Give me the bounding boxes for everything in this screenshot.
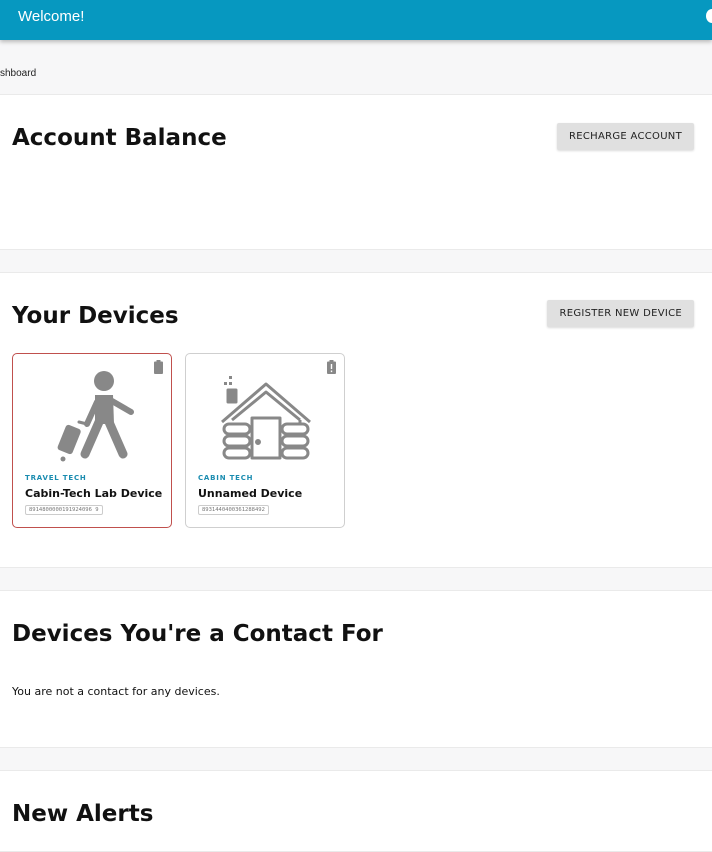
device-name: Cabin-Tech Lab Device [25, 487, 163, 500]
no-contacts-message: You are not a contact for any devices. [12, 685, 220, 698]
account-balance-title: Account Balance [12, 125, 227, 151]
device-category: CABIN TECH [198, 474, 254, 482]
new-alerts-panel: New Alerts [0, 770, 712, 852]
account-balance-panel: Account Balance RECHARGE ACCOUNT [0, 94, 712, 250]
cabin-icon [221, 376, 311, 460]
recharge-account-button[interactable]: RECHARGE ACCOUNT [556, 123, 694, 150]
register-new-device-button[interactable]: REGISTER NEW DEVICE [547, 300, 694, 327]
breadcrumb[interactable]: shboard [0, 68, 36, 79]
account-icon[interactable] [706, 9, 712, 23]
device-serial: 8914800000191924096 9 [25, 505, 103, 515]
your-devices-title: Your Devices [12, 303, 179, 329]
device-card[interactable]: TRAVEL TECH Cabin-Tech Lab Device 891480… [12, 353, 172, 528]
top-app-bar: Welcome! [0, 0, 712, 40]
app-title: Welcome! [18, 8, 85, 25]
battery-alert-icon [327, 360, 336, 374]
contact-devices-panel: Devices You're a Contact For You are not… [0, 590, 712, 748]
device-category: TRAVEL TECH [25, 474, 87, 482]
new-alerts-title: New Alerts [12, 801, 154, 827]
device-serial: 8931440400361288492 [198, 505, 269, 515]
contact-devices-title: Devices You're a Contact For [12, 621, 383, 647]
your-devices-panel: Your Devices REGISTER NEW DEVICE TRAVEL … [0, 272, 712, 568]
battery-icon [154, 360, 163, 374]
device-card[interactable]: CABIN TECH Unnamed Device 89314404003612… [185, 353, 345, 528]
device-name: Unnamed Device [198, 487, 303, 500]
traveler-icon [57, 371, 134, 462]
